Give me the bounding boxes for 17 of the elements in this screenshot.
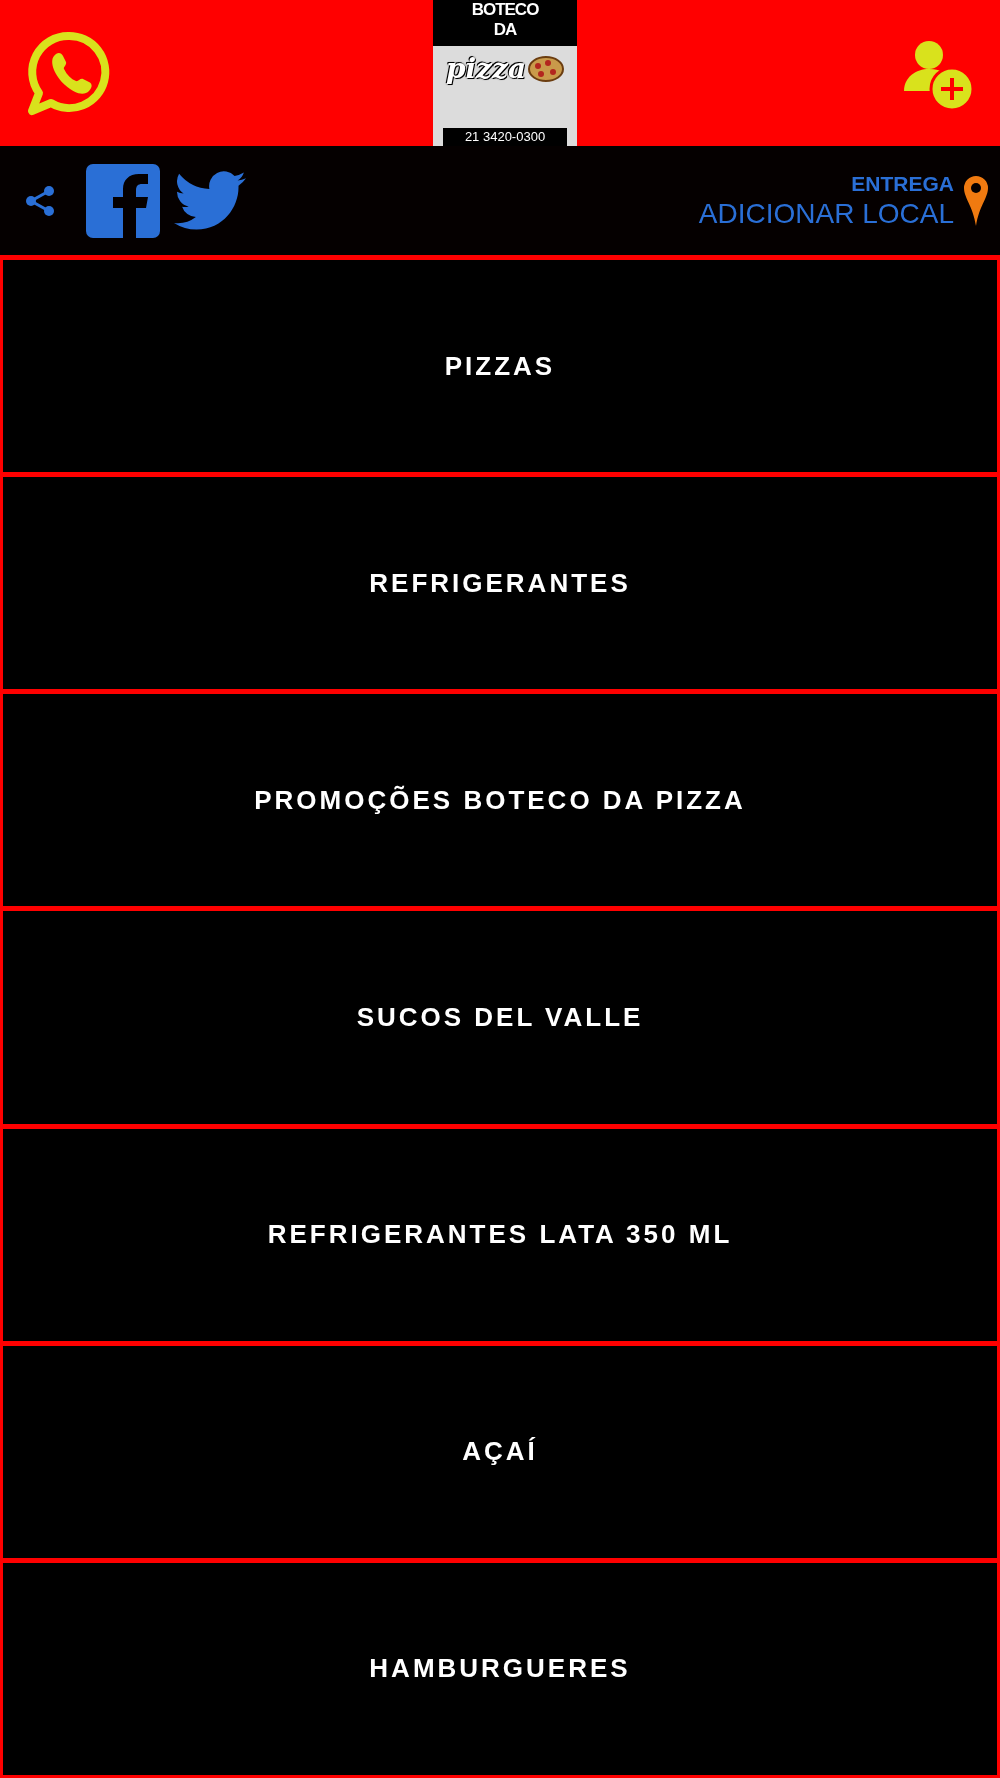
category-button[interactable]: REFRIGERANTES xyxy=(0,474,1000,693)
restaurant-logo[interactable]: BOTECO DA pizza 21 3420-0300 xyxy=(433,0,577,146)
category-button[interactable]: REFRIGERANTES LATA 350 ML xyxy=(0,1125,1000,1344)
category-button[interactable]: PROMOÇÕES BOTECO DA PIZZA xyxy=(0,691,1000,910)
category-button[interactable]: AÇAÍ xyxy=(0,1342,1000,1561)
delivery-label: ENTREGA xyxy=(851,170,954,197)
pizza-icon xyxy=(528,56,565,82)
twitter-icon[interactable] xyxy=(174,170,246,231)
logo-text: DA xyxy=(493,20,517,40)
category-button[interactable]: HAMBURGUERES xyxy=(0,1559,1000,1778)
facebook-icon[interactable] xyxy=(86,163,160,238)
logo-text: BOTECO xyxy=(471,0,539,20)
logo-wordmark: pizza xyxy=(445,54,527,84)
category-button[interactable]: PIZZAS xyxy=(0,257,1000,476)
add-location-link[interactable]: ADICIONAR LOCAL xyxy=(698,196,954,231)
logo-phone: 21 3420-0300 xyxy=(443,128,567,146)
category-button[interactable]: SUCOS DEL VALLE xyxy=(0,908,1000,1127)
